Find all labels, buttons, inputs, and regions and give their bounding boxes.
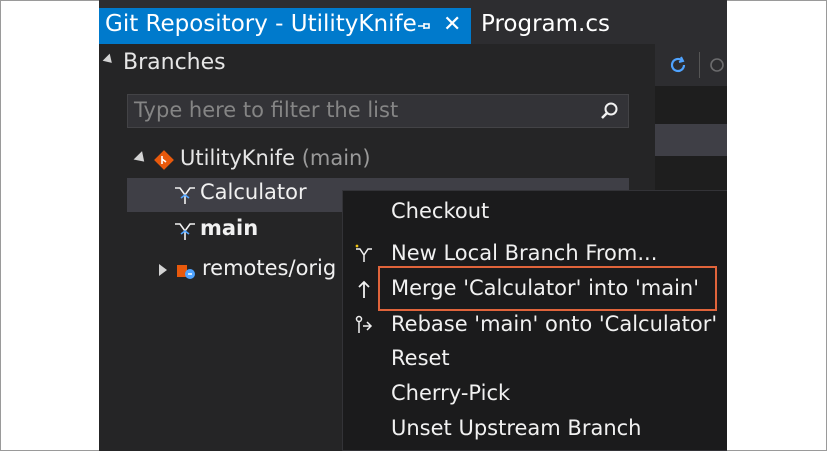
tab-strip: Git Repository - UtilityKnife ✕ Program.… (99, 0, 727, 44)
branch-label: main (200, 216, 259, 240)
git-repo-icon (153, 149, 175, 171)
filter-input[interactable]: Type here to filter the list (127, 94, 629, 128)
expand-triangle-icon[interactable] (133, 151, 149, 166)
git-repository-window: Git Repository - UtilityKnife ✕ Program.… (99, 0, 727, 451)
rebase-icon (353, 314, 375, 336)
right-pane-selection (655, 124, 727, 156)
merge-icon (353, 278, 375, 300)
menu-item-checkout[interactable]: Checkout (343, 195, 727, 229)
refresh-icon[interactable] (667, 54, 689, 76)
menu-item-unset-upstream[interactable]: Unset Upstream Branch (343, 412, 727, 446)
menu-item-label: Cherry-Pick (391, 381, 511, 405)
toolbar-separator (699, 52, 700, 78)
menu-item-label: Rebase 'main' onto 'Calculator' (391, 312, 718, 336)
menu-item-cherry-pick[interactable]: Cherry-Pick (343, 377, 727, 411)
menu-item-label: Unset Upstream Branch (391, 416, 642, 440)
pin-icon[interactable] (415, 17, 433, 35)
remote-icon (175, 260, 197, 282)
repo-name: UtilityKnife (main) (180, 146, 371, 170)
navigate-icon[interactable] (707, 54, 727, 76)
repo-current-branch: (main) (301, 146, 371, 170)
new-branch-icon (353, 243, 375, 265)
right-toolbar (655, 44, 727, 86)
filter-placeholder: Type here to filter the list (134, 98, 399, 122)
branch-icon (173, 184, 197, 206)
tab-program-cs[interactable]: Program.cs (481, 11, 610, 37)
expand-triangle-icon[interactable] (159, 264, 167, 276)
branch-icon (173, 220, 197, 242)
menu-item-reset[interactable]: Reset (343, 342, 727, 376)
tab-git-repository[interactable]: Git Repository - UtilityKnife ✕ (99, 8, 471, 44)
search-icon[interactable] (598, 100, 620, 122)
tab-title: Git Repository - UtilityKnife (105, 11, 417, 37)
merge-highlight-outline (378, 266, 717, 311)
branch-label: Calculator (200, 180, 307, 204)
menu-item-rebase[interactable]: Rebase 'main' onto 'Calculator' (343, 308, 727, 342)
collapse-triangle-icon[interactable] (102, 53, 116, 67)
menu-item-label: Reset (391, 346, 450, 370)
context-menu: Checkout New Local Branch From... Merge … (342, 190, 727, 451)
close-icon[interactable]: ✕ (443, 12, 461, 37)
menu-item-label: New Local Branch From... (391, 241, 658, 265)
menu-item-label: Checkout (391, 199, 490, 223)
remotes-label: remotes/orig (202, 256, 337, 280)
branches-title: Branches (123, 50, 226, 75)
